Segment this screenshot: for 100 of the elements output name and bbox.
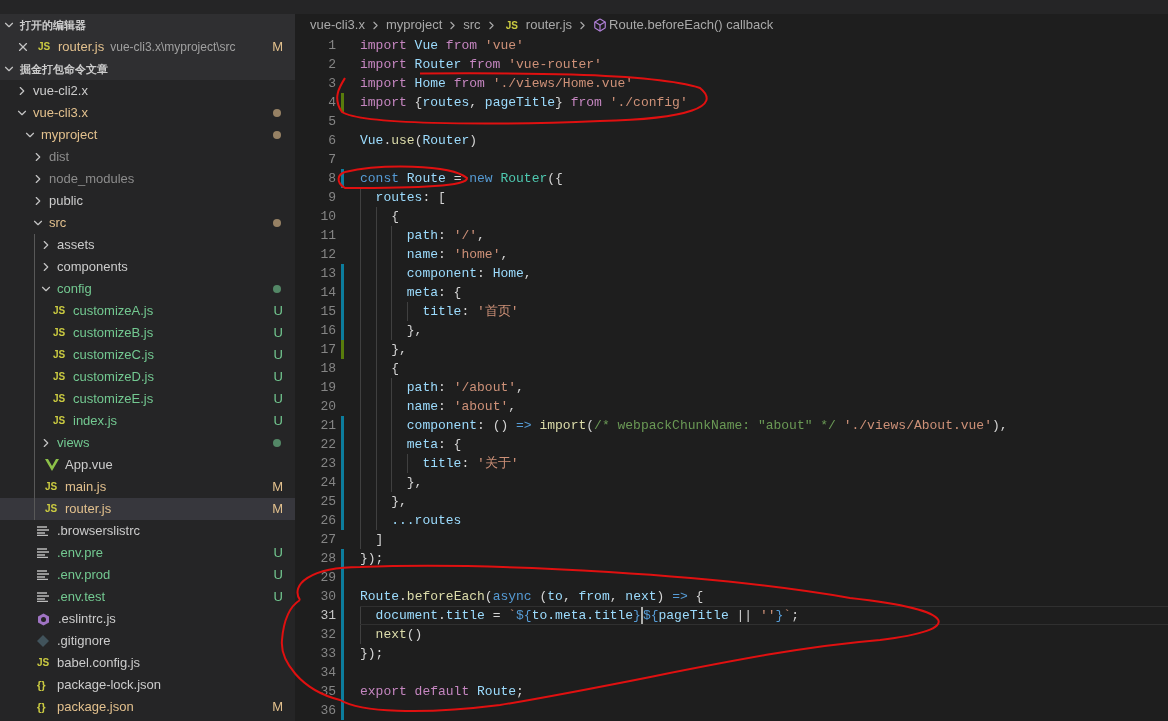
code-token: ] <box>374 531 384 549</box>
file-name: router.js <box>65 500 112 519</box>
file-row[interactable]: JS router.js M <box>0 498 295 520</box>
breadcrumb-item[interactable]: src <box>463 15 481 35</box>
file-row[interactable]: JS customizeE.js U <box>0 388 295 410</box>
line-number: 16 <box>319 322 336 340</box>
folder-row[interactable]: myproject <box>0 124 295 146</box>
file-row[interactable]: App.vue <box>0 454 295 476</box>
folder-row[interactable]: config <box>0 278 295 300</box>
line-number: 10 <box>319 208 336 226</box>
code-token: { <box>390 208 399 226</box>
file-row[interactable]: JS customizeB.js U <box>0 322 295 344</box>
line-number: 4 <box>327 94 336 112</box>
line-number: 7 <box>327 151 336 169</box>
file-name: .env.test <box>57 588 106 607</box>
line-number: 2 <box>327 56 336 74</box>
js-file-icon: JS <box>45 482 61 492</box>
breadcrumb-item[interactable]: Route.beforeEach() callback <box>609 15 774 35</box>
code-token: Vue <box>414 37 439 55</box>
js-file-icon: JS <box>53 394 69 404</box>
code-token: /* webpackChunkName: "about" */ <box>594 417 837 435</box>
section-header[interactable]: 掘金打包命令文章 <box>0 58 295 80</box>
code-token: = <box>492 607 502 625</box>
code-token: : <box>438 398 447 416</box>
folder-name: config <box>57 280 92 299</box>
file-row[interactable]: JS babel.config.js <box>0 652 295 674</box>
folder-row[interactable]: vue-cli2.x <box>0 80 295 102</box>
code-token: import <box>360 56 408 74</box>
code-token: path <box>405 379 438 397</box>
close-icon[interactable] <box>16 40 30 54</box>
git-status-label: U <box>273 346 283 365</box>
lines-file-icon <box>37 570 49 580</box>
folder-row[interactable]: src <box>0 212 295 234</box>
folder-name: dist <box>49 148 70 167</box>
js-file-icon: JS <box>53 306 69 316</box>
file-row[interactable]: .env.test U <box>0 586 295 608</box>
breadcrumb-item[interactable]: router.js <box>525 15 573 35</box>
code-token: , <box>523 265 532 283</box>
file-name: .env.prod <box>57 566 111 585</box>
file-name: customizeD.js <box>73 368 154 387</box>
code-token: { <box>390 360 399 378</box>
code-token: path <box>405 227 438 245</box>
file-row[interactable]: JS customizeC.js U <box>0 344 295 366</box>
file-row[interactable]: .env.prod U <box>0 564 295 586</box>
code-token: : [ <box>422 189 446 207</box>
line-number: 21 <box>319 417 336 435</box>
code-token: Route <box>406 170 447 188</box>
code-token: ), <box>991 417 1008 435</box>
file-row[interactable]: {} package-lock.json <box>0 674 295 696</box>
js-file-icon: JS <box>45 504 61 514</box>
code-token: : <box>461 455 471 473</box>
code-token: , <box>562 588 572 606</box>
file-row[interactable]: .eslintrc.js <box>0 608 295 630</box>
folder-row[interactable]: public <box>0 190 295 212</box>
file-name: customizeA.js <box>73 302 154 321</box>
folder-name: views <box>57 434 90 453</box>
file-name: .eslintrc.js <box>58 610 116 629</box>
breadcrumb-item[interactable]: vue-cli3.x <box>310 15 365 35</box>
file-name: customizeE.js <box>73 390 154 409</box>
js-file-icon: JS <box>37 658 53 668</box>
code-token: from <box>469 56 502 74</box>
folder-row[interactable]: dist <box>0 146 295 168</box>
git-status-label: U <box>273 588 283 607</box>
code-token: ) <box>656 588 666 606</box>
file-row[interactable]: JS customizeD.js U <box>0 366 295 388</box>
file-row[interactable]: .env.pre U <box>0 542 295 564</box>
code-token: beforeEach <box>406 588 485 606</box>
file-row[interactable]: .browserslistrc <box>0 520 295 542</box>
code-token: '' <box>759 607 776 625</box>
line-number: 9 <box>327 189 336 207</box>
code-token: { <box>695 588 704 606</box>
folder-row[interactable]: views <box>0 432 295 454</box>
folder-row[interactable]: components <box>0 256 295 278</box>
git-status-label: U <box>273 324 283 343</box>
section-header[interactable]: 打开的编辑器 <box>0 14 295 36</box>
line-number: 30 <box>319 588 336 606</box>
code-token: ({ <box>547 170 563 188</box>
git-status-label: U <box>273 544 283 563</box>
line-number: 8 <box>327 170 336 188</box>
vue-logo-icon <box>45 459 59 471</box>
line-number: 29 <box>319 569 336 587</box>
file-row[interactable]: .gitignore <box>0 630 295 652</box>
code-token: import <box>360 37 408 55</box>
folder-row[interactable]: assets <box>0 234 295 256</box>
folder-row[interactable]: node_modules <box>0 168 295 190</box>
code-token: ) <box>469 132 478 150</box>
file-row[interactable]: {} package.json M <box>0 696 295 718</box>
file-row[interactable]: JS customizeA.js U <box>0 300 295 322</box>
open-editor-row[interactable]: JS router.js vue-cli3.x\myproject\src M <box>0 36 295 58</box>
code-token: 'vue' <box>484 37 524 55</box>
code-token: ${ <box>642 607 659 625</box>
file-name: .browserslistrc <box>57 522 141 541</box>
folder-row[interactable]: vue-cli3.x <box>0 102 295 124</box>
code-token: : <box>461 303 471 321</box>
code-token: ` <box>508 607 517 625</box>
file-row[interactable]: JS index.js U <box>0 410 295 432</box>
breadcrumb-item[interactable]: myproject <box>385 15 443 35</box>
code-token: 'about' <box>453 398 509 416</box>
code-token: ( <box>586 417 595 435</box>
file-row[interactable]: JS main.js M <box>0 476 295 498</box>
